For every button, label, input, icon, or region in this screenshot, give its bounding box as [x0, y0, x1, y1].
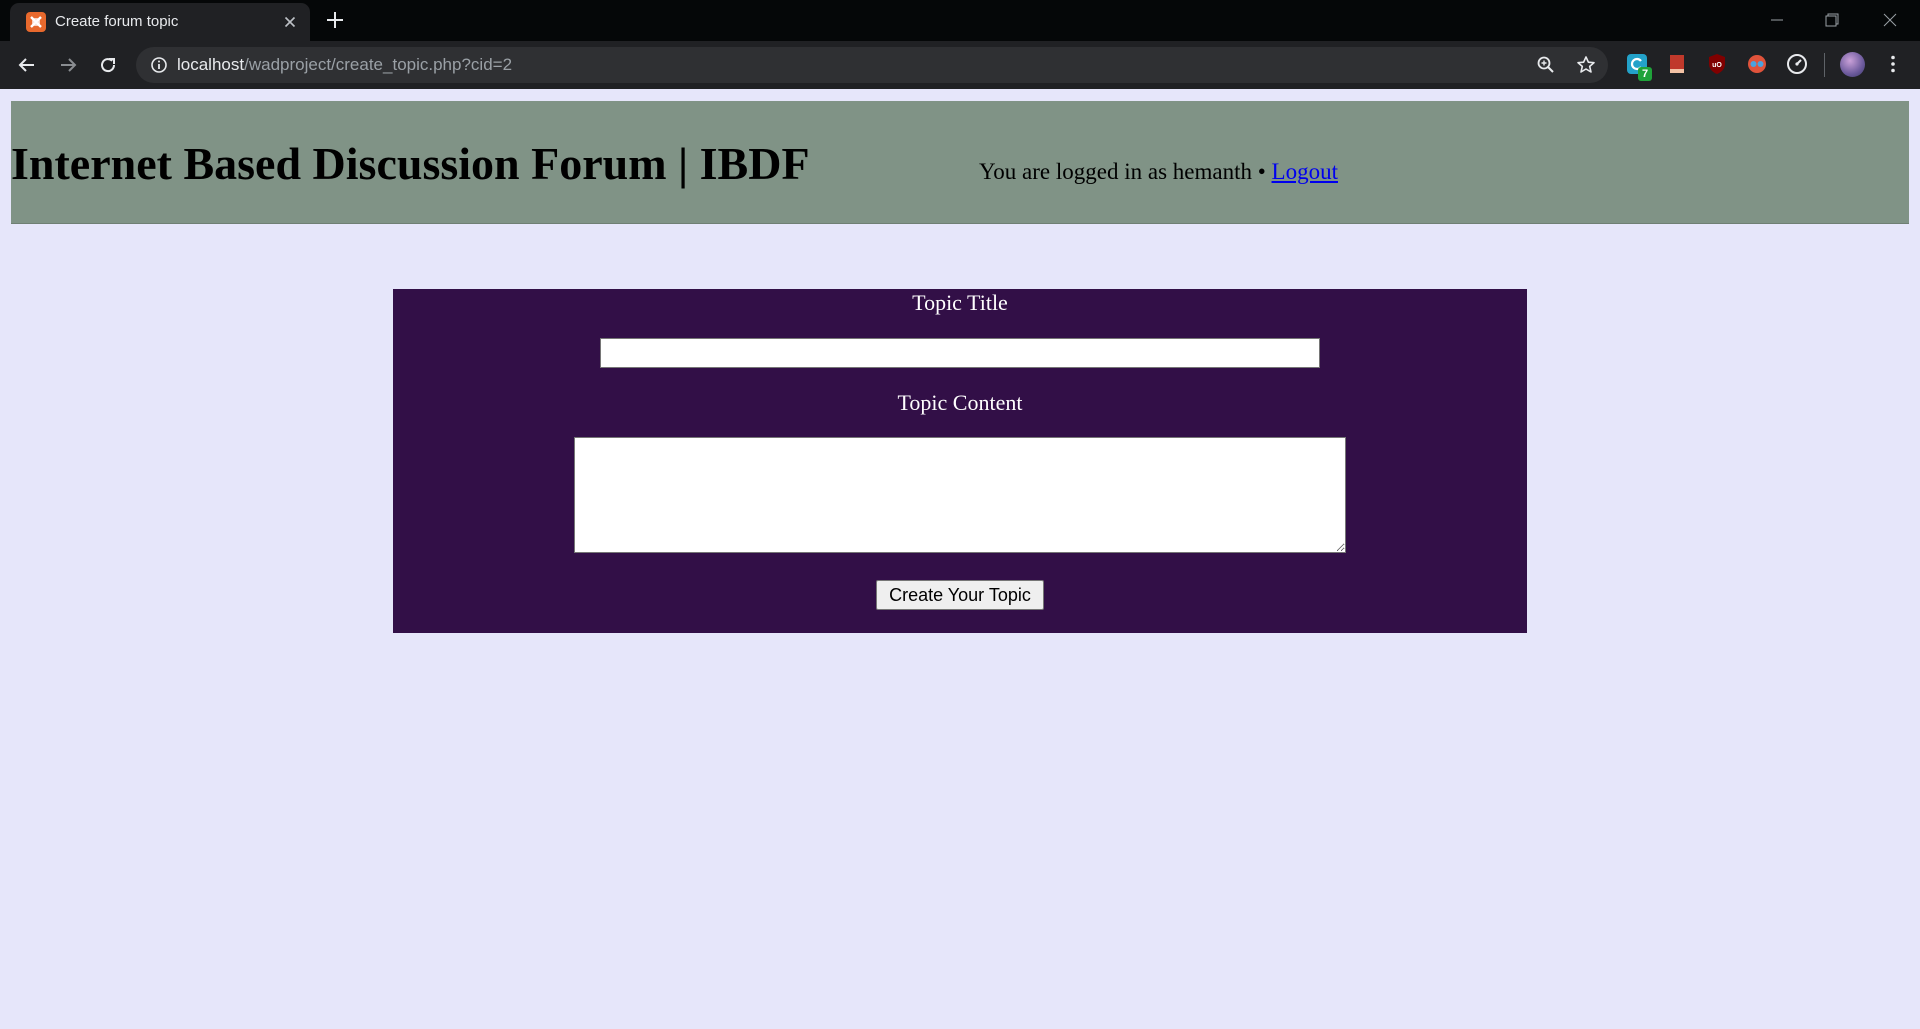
zoom-icon[interactable] — [1536, 55, 1556, 75]
back-arrow-icon[interactable] — [15, 53, 39, 77]
forward-arrow-icon[interactable] — [56, 53, 80, 77]
reload-icon[interactable] — [96, 53, 120, 77]
extension-book-icon[interactable] — [1666, 53, 1688, 75]
topic-title-input[interactable] — [600, 338, 1320, 368]
topic-content-textarea[interactable] — [574, 437, 1346, 553]
extension-glasses-icon[interactable] — [1746, 53, 1768, 75]
browser-tabstrip: Create forum topic — [0, 0, 1920, 41]
new-tab-icon[interactable] — [324, 9, 346, 31]
restore-window-icon[interactable] — [1820, 8, 1844, 32]
close-tab-icon[interactable] — [280, 12, 300, 32]
browser-tab[interactable]: Create forum topic — [10, 3, 310, 41]
topic-title-label: Topic Title — [912, 290, 1008, 315]
login-status-text: You are logged in as hemanth • — [979, 159, 1272, 184]
tab-title: Create forum topic — [55, 13, 179, 30]
bookmark-star-icon[interactable] — [1576, 55, 1596, 75]
create-topic-button[interactable]: Create Your Topic — [876, 580, 1044, 610]
close-window-icon[interactable] — [1878, 8, 1902, 32]
extension-speedometer-icon[interactable] — [1786, 53, 1808, 75]
site-title: Internet Based Discussion Forum | IBDF — [11, 138, 810, 189]
menu-kebab-icon[interactable] — [1882, 53, 1904, 75]
toolbar-separator — [1824, 53, 1825, 77]
svg-text:uO: uO — [1712, 62, 1722, 69]
url-path: /wadproject/create_topic.php?cid=2 — [244, 55, 513, 74]
xampp-favicon-icon — [26, 12, 46, 32]
address-bar[interactable]: localhost/wadproject/create_topic.php?ci… — [136, 47, 1608, 83]
login-status: You are logged in as hemanth • Logout — [979, 159, 1338, 185]
site-header: Internet Based Discussion Forum | IBDF Y… — [11, 101, 1909, 224]
url-text: localhost/wadproject/create_topic.php?ci… — [177, 55, 512, 75]
ublock-shield-icon[interactable]: uO — [1706, 53, 1728, 75]
page-viewport: Internet Based Discussion Forum | IBDF Y… — [0, 89, 1920, 1029]
topic-content-label: Topic Content — [897, 390, 1023, 415]
profile-avatar[interactable] — [1840, 52, 1865, 77]
minimize-window-icon[interactable] — [1765, 8, 1789, 32]
url-host: localhost — [177, 55, 245, 74]
extension-badge: 7 — [1638, 67, 1652, 81]
site-info-icon[interactable] — [150, 56, 168, 74]
create-topic-form: Topic Title Topic Content Create Your To… — [393, 289, 1527, 633]
logout-link[interactable]: Logout — [1272, 159, 1338, 184]
